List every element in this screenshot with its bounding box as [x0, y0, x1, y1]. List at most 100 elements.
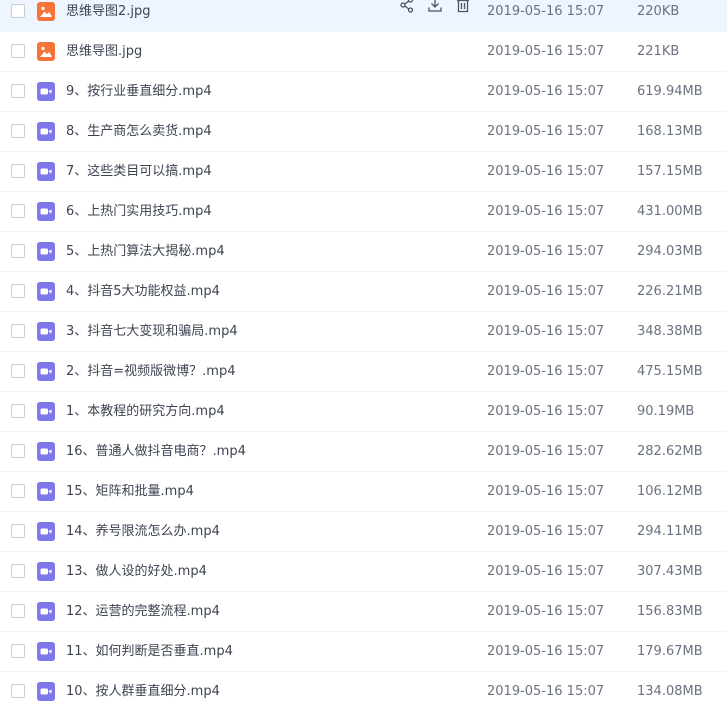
video-file-icon — [37, 322, 55, 341]
file-name[interactable]: 10、按人群垂直细分.mp4 — [66, 683, 220, 701]
file-size: 294.03MB — [637, 244, 703, 259]
modified-date: 2019-05-16 15:07 — [487, 564, 605, 579]
file-row[interactable]: 11、如何判断是否垂直.mp4 2019-05-16 15:07 179.67M… — [0, 632, 727, 672]
modified-date: 2019-05-16 15:07 — [487, 84, 605, 99]
file-name[interactable]: 7、这些类目可以搞.mp4 — [66, 163, 212, 181]
file-name[interactable]: 14、养号限流怎么办.mp4 — [66, 523, 220, 541]
video-file-icon — [37, 202, 55, 221]
row-checkbox[interactable] — [11, 364, 25, 378]
file-name[interactable]: 13、做人设的好处.mp4 — [66, 563, 207, 581]
modified-date: 2019-05-16 15:07 — [487, 684, 605, 699]
modified-date: 2019-05-16 15:07 — [487, 404, 605, 419]
modified-date: 2019-05-16 15:07 — [487, 324, 605, 339]
share-icon[interactable] — [398, 0, 416, 14]
row-checkbox[interactable] — [11, 204, 25, 218]
row-checkbox[interactable] — [11, 284, 25, 298]
file-row[interactable]: 15、矩阵和批量.mp4 2019-05-16 15:07 106.12MB — [0, 472, 727, 512]
modified-date: 2019-05-16 15:07 — [487, 364, 605, 379]
video-file-icon — [37, 362, 55, 381]
modified-date: 2019-05-16 15:07 — [487, 244, 605, 259]
image-file-icon — [37, 2, 55, 21]
delete-icon[interactable] — [454, 0, 472, 14]
modified-date: 2019-05-16 15:07 — [487, 284, 605, 299]
file-row[interactable]: 3、抖音七大变现和骗局.mp4 2019-05-16 15:07 348.38M… — [0, 312, 727, 352]
file-row[interactable]: 思维导图2.jpg 2019-05-16 15:07 220KB — [0, 0, 727, 32]
file-size: 90.19MB — [637, 404, 695, 419]
file-row[interactable]: 7、这些类目可以搞.mp4 2019-05-16 15:07 157.15MB — [0, 152, 727, 192]
modified-date: 2019-05-16 15:07 — [487, 484, 605, 499]
file-name[interactable]: 9、按行业垂直细分.mp4 — [66, 83, 212, 101]
file-row[interactable]: 1、本教程的研究方向.mp4 2019-05-16 15:07 90.19MB — [0, 392, 727, 432]
row-checkbox[interactable] — [11, 524, 25, 538]
file-size: 226.21MB — [637, 284, 703, 299]
file-size: 307.43MB — [637, 564, 703, 579]
file-row[interactable]: 2、抖音=视频版微博？.mp4 2019-05-16 15:07 475.15M… — [0, 352, 727, 392]
modified-date: 2019-05-16 15:07 — [487, 164, 605, 179]
row-checkbox[interactable] — [11, 644, 25, 658]
file-size: 431.00MB — [637, 204, 703, 219]
row-checkbox[interactable] — [11, 244, 25, 258]
file-row[interactable]: 9、按行业垂直细分.mp4 2019-05-16 15:07 619.94MB — [0, 72, 727, 112]
row-checkbox[interactable] — [11, 84, 25, 98]
video-file-icon — [37, 82, 55, 101]
file-name[interactable]: 15、矩阵和批量.mp4 — [66, 483, 194, 501]
modified-date: 2019-05-16 15:07 — [487, 444, 605, 459]
row-checkbox[interactable] — [11, 564, 25, 578]
download-icon[interactable] — [426, 0, 444, 14]
file-size: 294.11MB — [637, 524, 703, 539]
video-file-icon — [37, 402, 55, 421]
row-checkbox[interactable] — [11, 324, 25, 338]
video-file-icon — [37, 122, 55, 141]
row-checkbox[interactable] — [11, 604, 25, 618]
file-row[interactable]: 8、生产商怎么卖货.mp4 2019-05-16 15:07 168.13MB — [0, 112, 727, 152]
file-size: 134.08MB — [637, 684, 703, 699]
file-name[interactable]: 5、上热门算法大揭秘.mp4 — [66, 243, 225, 261]
file-name[interactable]: 思维导图.jpg — [66, 43, 142, 61]
file-row[interactable]: 思维导图.jpg 2019-05-16 15:07 221KB — [0, 32, 727, 72]
file-size: 106.12MB — [637, 484, 703, 499]
video-file-icon — [37, 482, 55, 501]
video-file-icon — [37, 442, 55, 461]
file-size: 168.13MB — [637, 124, 703, 139]
video-file-icon — [37, 522, 55, 541]
modified-date: 2019-05-16 15:07 — [487, 524, 605, 539]
row-checkbox[interactable] — [11, 404, 25, 418]
row-checkbox[interactable] — [11, 4, 25, 18]
file-size: 619.94MB — [637, 84, 703, 99]
file-name[interactable]: 8、生产商怎么卖货.mp4 — [66, 123, 212, 141]
file-name[interactable]: 4、抖音5大功能权益.mp4 — [66, 283, 220, 301]
file-name[interactable]: 11、如何判断是否垂直.mp4 — [66, 643, 233, 661]
modified-date: 2019-05-16 15:07 — [487, 124, 605, 139]
file-name[interactable]: 6、上热门实用技巧.mp4 — [66, 203, 212, 221]
row-checkbox[interactable] — [11, 484, 25, 498]
modified-date: 2019-05-16 15:07 — [487, 4, 605, 19]
file-row[interactable]: 13、做人设的好处.mp4 2019-05-16 15:07 307.43MB — [0, 552, 727, 592]
file-row[interactable]: 6、上热门实用技巧.mp4 2019-05-16 15:07 431.00MB — [0, 192, 727, 232]
file-row[interactable]: 10、按人群垂直细分.mp4 2019-05-16 15:07 134.08MB — [0, 672, 727, 706]
row-checkbox[interactable] — [11, 164, 25, 178]
row-checkbox[interactable] — [11, 44, 25, 58]
modified-date: 2019-05-16 15:07 — [487, 644, 605, 659]
file-name[interactable]: 思维导图2.jpg — [66, 3, 151, 21]
modified-date: 2019-05-16 15:07 — [487, 604, 605, 619]
file-row[interactable]: 14、养号限流怎么办.mp4 2019-05-16 15:07 294.11MB — [0, 512, 727, 552]
file-row[interactable]: 5、上热门算法大揭秘.mp4 2019-05-16 15:07 294.03MB — [0, 232, 727, 272]
file-size: 475.15MB — [637, 364, 703, 379]
row-checkbox[interactable] — [11, 684, 25, 698]
video-file-icon — [37, 242, 55, 261]
file-name[interactable]: 12、运营的完整流程.mp4 — [66, 603, 220, 621]
file-row[interactable]: 12、运营的完整流程.mp4 2019-05-16 15:07 156.83MB — [0, 592, 727, 632]
video-file-icon — [37, 642, 55, 661]
modified-date: 2019-05-16 15:07 — [487, 204, 605, 219]
modified-date: 2019-05-16 15:07 — [487, 44, 605, 59]
file-row[interactable]: 4、抖音5大功能权益.mp4 2019-05-16 15:07 226.21MB — [0, 272, 727, 312]
file-name[interactable]: 3、抖音七大变现和骗局.mp4 — [66, 323, 238, 341]
file-size: 157.15MB — [637, 164, 703, 179]
row-checkbox[interactable] — [11, 124, 25, 138]
file-name[interactable]: 1、本教程的研究方向.mp4 — [66, 403, 225, 421]
file-name[interactable]: 2、抖音=视频版微博？.mp4 — [66, 363, 235, 381]
row-checkbox[interactable] — [11, 444, 25, 458]
file-row[interactable]: 16、普通人做抖音电商？.mp4 2019-05-16 15:07 282.62… — [0, 432, 727, 472]
file-name[interactable]: 16、普通人做抖音电商？.mp4 — [66, 443, 246, 461]
file-size: 220KB — [637, 4, 680, 19]
